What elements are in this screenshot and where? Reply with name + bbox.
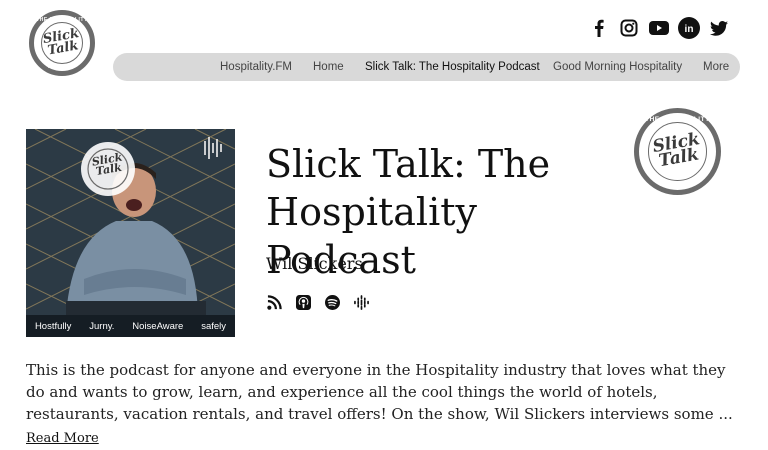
linkedin-icon[interactable]: in [678, 17, 700, 39]
rss-icon[interactable] [266, 294, 283, 311]
logo-script-line2: Talk [46, 38, 80, 59]
svg-text:in: in [685, 24, 694, 35]
nav-item-good-morning-hospitality[interactable]: Good Morning Hospitality [553, 53, 682, 81]
read-more-link[interactable]: Read More [26, 431, 99, 446]
google-podcasts-icon[interactable] [353, 294, 370, 311]
nav-item-hospitality-fm[interactable]: Hospitality.FM [220, 53, 292, 81]
main-nav: Hospitality.FM Home Slick Talk: The Hosp… [113, 53, 740, 81]
logo-script: Slick Talk [42, 26, 82, 59]
podcast-description: This is the podcast for anyone and every… [26, 361, 733, 423]
social-links: in [588, 17, 730, 39]
badge-script: Slick Talk [651, 129, 704, 172]
badge-inner-circle: Slick Talk [648, 122, 707, 181]
nav-item-more[interactable]: More [703, 53, 729, 81]
logo-inner-circle: Slick Talk [40, 21, 84, 65]
nav-item-home[interactable]: Home [313, 53, 344, 81]
spotify-icon[interactable] [324, 294, 341, 311]
nav-item-slick-talk[interactable]: Slick Talk: The Hospitality Podcast [365, 53, 540, 81]
badge-script-line2: Talk [657, 145, 701, 172]
sponsor-jurny: Jurny. [89, 320, 115, 332]
twitter-icon[interactable] [708, 17, 730, 39]
podcast-cover-art: Slick Talk Hostfully Jurny. NoiseAware s… [26, 129, 235, 337]
apple-podcasts-icon[interactable] [295, 294, 312, 311]
youtube-icon[interactable] [648, 17, 670, 39]
sponsor-noiseaware: NoiseAware [132, 320, 184, 332]
site-logo[interactable]: THE HOSPITALITY Slick Talk PODCAST [29, 10, 95, 76]
podcast-badge-logo: THE HOSPITALITY Slick Talk PODCAST [634, 108, 721, 195]
logo-ring-bottom-text: PODCAST [48, 64, 76, 70]
sponsor-hostfully: Hostfully [34, 320, 72, 332]
podcast-author: Wil Slickers [266, 254, 363, 273]
facebook-icon[interactable] [588, 17, 610, 39]
cover-geometric-pattern [26, 129, 235, 337]
cover-sponsor-bar: Hostfully Jurny. NoiseAware safely [26, 315, 235, 337]
podcast-platform-links [266, 294, 370, 311]
sponsor-safely: safely [201, 320, 227, 332]
badge-ring-bottom-text: PODCAST [659, 181, 696, 188]
instagram-icon[interactable] [618, 17, 640, 39]
